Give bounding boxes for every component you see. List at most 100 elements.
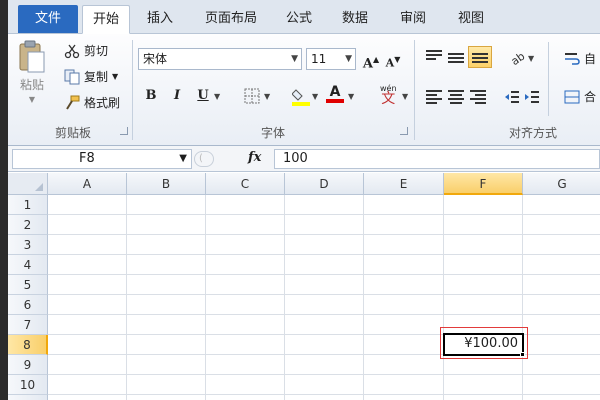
fill-color-icon[interactable] <box>292 86 310 106</box>
tab-formulas[interactable]: 公式 <box>276 5 322 34</box>
align-left-icon[interactable] <box>426 90 442 104</box>
row-header-9[interactable]: 9 <box>8 355 48 375</box>
italic-button[interactable]: I <box>168 86 186 106</box>
merge-label: 合 <box>584 90 597 104</box>
paste-button[interactable]: 粘贴 ▼ <box>18 40 46 104</box>
align-top-icon[interactable] <box>426 50 442 64</box>
gridline <box>48 234 600 235</box>
tab-page-layout[interactable]: 页面布局 <box>194 5 268 34</box>
chevron-down-icon[interactable]: ▼ <box>179 150 187 168</box>
tab-data[interactable]: 数据 <box>332 5 378 34</box>
fill-color-dropdown-icon[interactable]: ▼ <box>312 92 318 101</box>
formula-bar: F8 ▼ ( fx 100 <box>8 146 600 172</box>
cut-icon <box>64 44 80 58</box>
font-color-button[interactable]: A <box>326 84 344 103</box>
font-group-label: 字体 <box>260 126 285 140</box>
copy-label: 复制 <box>84 70 109 84</box>
fill-handle[interactable] <box>520 352 525 357</box>
gridline <box>48 314 600 315</box>
merge-center-button[interactable]: 合 <box>564 88 596 105</box>
column-header-c[interactable]: C <box>206 173 285 195</box>
ribbon-tab-bar: 文件 开始 插入 页面布局 公式 数据 审阅 视图 <box>8 0 600 34</box>
svg-text:ab: ab <box>509 50 528 66</box>
select-all-corner[interactable] <box>8 173 48 195</box>
clipboard-launcher-icon[interactable] <box>120 127 128 135</box>
cut-button[interactable]: 剪切 <box>64 42 108 59</box>
group-separator <box>414 40 415 140</box>
chevron-down-icon: ▼ <box>345 54 352 64</box>
format-painter-label: 格式刷 <box>84 96 121 110</box>
grow-font-button[interactable]: A▲ <box>362 49 380 72</box>
format-painter-button[interactable]: 格式刷 <box>64 94 120 111</box>
tab-file[interactable]: 文件 <box>18 5 78 33</box>
gridline <box>126 195 127 400</box>
column-header-d[interactable]: D <box>285 173 364 195</box>
column-header-g[interactable]: G <box>523 173 600 195</box>
row-header-10[interactable]: 10 <box>8 375 48 395</box>
row-header-11[interactable]: 11 <box>8 395 48 400</box>
decrease-indent-icon[interactable] <box>504 90 520 104</box>
orientation-icon[interactable]: ab <box>508 48 528 66</box>
tab-insert[interactable]: 插入 <box>136 5 184 34</box>
font-launcher-icon[interactable] <box>400 127 408 135</box>
group-separator <box>132 40 133 140</box>
font-color-icon: A <box>329 84 341 100</box>
gridline <box>284 195 285 400</box>
column-header-f[interactable]: F <box>444 173 523 195</box>
align-bottom-button[interactable] <box>468 46 492 68</box>
chevron-down-icon: ▼ <box>291 54 298 64</box>
tab-view[interactable]: 视图 <box>448 5 494 34</box>
align-right-icon[interactable] <box>470 90 486 104</box>
copy-dropdown-icon[interactable]: ▼ <box>112 72 118 81</box>
row-header-6[interactable]: 6 <box>8 295 48 315</box>
formula-bar-expand-icon[interactable]: ( <box>194 151 214 167</box>
wrap-text-icon <box>565 52 580 65</box>
name-box[interactable]: F8 ▼ <box>12 149 192 169</box>
borders-icon[interactable] <box>244 88 260 104</box>
font-size-value: 11 <box>311 52 327 66</box>
underline-dropdown-icon[interactable]: ▼ <box>214 92 220 101</box>
left-edge <box>0 0 8 400</box>
active-cell-border <box>443 333 524 356</box>
font-color-dropdown-icon[interactable]: ▼ <box>348 92 354 101</box>
row-header-2[interactable]: 2 <box>8 215 48 235</box>
row-header-4[interactable]: 4 <box>8 255 48 275</box>
underline-button[interactable]: U <box>194 86 212 106</box>
column-header-e[interactable]: E <box>364 173 444 195</box>
gridline <box>48 214 600 215</box>
row-header-3[interactable]: 3 <box>8 235 48 255</box>
font-size-combo[interactable]: 11 ▼ <box>306 48 356 70</box>
font-name-combo[interactable]: 宋体 ▼ <box>138 48 302 70</box>
row-header-5[interactable]: 5 <box>8 275 48 295</box>
column-header-a[interactable]: A <box>48 173 127 195</box>
worksheet-grid[interactable]: A B C D E F G 1 2 3 4 5 6 7 8 9 10 11 ¥1… <box>8 173 600 400</box>
column-header-b[interactable]: B <box>127 173 206 195</box>
shrink-font-label: A <box>385 56 395 70</box>
alignment-group-label: 对齐方式 <box>508 126 557 140</box>
phonetic-dropdown-icon[interactable]: ▼ <box>402 92 408 101</box>
tab-review[interactable]: 审阅 <box>390 5 436 34</box>
copy-button[interactable]: 复制 ▼ <box>64 68 118 85</box>
paste-label: 粘贴 <box>19 78 44 92</box>
phonetic-icon: 文 <box>381 91 396 107</box>
shrink-font-button[interactable]: A▼ <box>384 49 402 70</box>
orientation-dropdown-icon[interactable]: ▼ <box>528 54 534 63</box>
phonetic-button[interactable]: wén 文 <box>380 84 397 107</box>
font-name-value: 宋体 <box>143 52 168 66</box>
increase-indent-icon[interactable] <box>524 90 540 104</box>
align-center-icon[interactable] <box>448 90 464 104</box>
wrap-text-button[interactable]: 自 <box>564 50 596 67</box>
row-header-8[interactable]: 8 <box>8 335 48 355</box>
formula-input[interactable]: 100 <box>274 149 600 169</box>
grow-font-label: A <box>362 56 373 72</box>
fx-icon[interactable]: fx <box>248 150 261 165</box>
cut-label: 剪切 <box>84 44 109 58</box>
borders-dropdown-icon[interactable]: ▼ <box>264 92 270 101</box>
gridline <box>443 195 444 400</box>
align-middle-icon[interactable] <box>448 53 464 67</box>
bold-button[interactable]: B <box>142 86 160 106</box>
row-header-1[interactable]: 1 <box>8 195 48 215</box>
paste-dropdown-icon[interactable]: ▼ <box>29 95 35 104</box>
row-header-7[interactable]: 7 <box>8 315 48 335</box>
tab-home[interactable]: 开始 <box>82 5 130 34</box>
